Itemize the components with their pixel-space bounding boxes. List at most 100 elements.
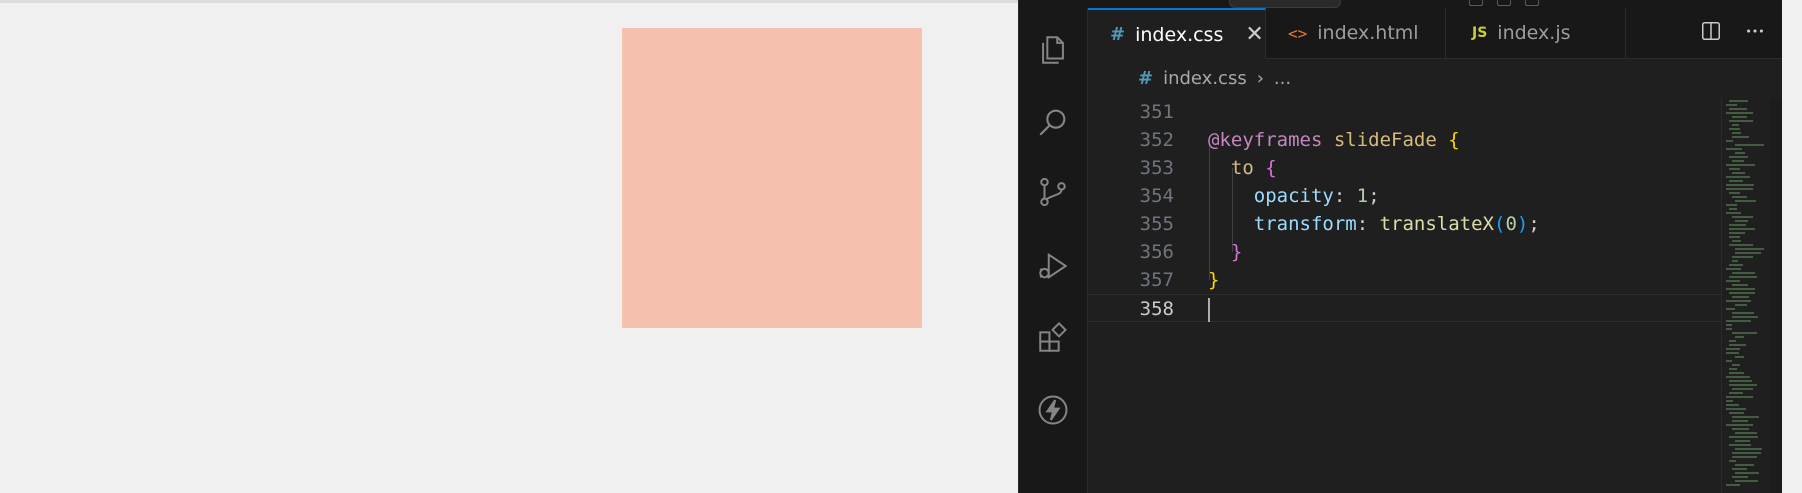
code-line[interactable]: 356 } [1088,238,1721,266]
minimap-line [1729,128,1740,130]
minimap-line [1732,296,1749,298]
minimap-line [1732,136,1749,138]
minimap-line [1726,164,1755,166]
minimap-line [1726,320,1751,322]
minimap-line [1729,384,1757,386]
tab-index-html[interactable]: <> index.html [1266,8,1446,58]
minimap[interactable] [1721,98,1770,493]
minimap-line [1732,216,1753,218]
minimap-line [1726,300,1751,302]
minimap-line [1735,464,1754,466]
minimap-line [1726,408,1746,410]
minimap-line [1732,420,1748,422]
minimap-line [1729,224,1746,226]
minimap-line [1735,356,1744,358]
tab-label: index.js [1497,22,1571,44]
code-editor-window: # index.css ✕ <> index.html JS index.js … [1019,0,1782,493]
minimap-line [1726,184,1754,186]
breadcrumb-file[interactable]: index.css [1163,68,1247,89]
breadcrumb-rest[interactable]: ... [1274,68,1291,89]
search-icon[interactable] [1035,104,1071,140]
close-icon[interactable]: ✕ [1245,22,1263,47]
minimap-line [1732,272,1755,274]
code-line[interactable]: 351 [1088,98,1721,126]
minimap-line [1729,168,1740,170]
code-token: : [1333,185,1357,207]
code-line[interactable]: 354 opacity: 1; [1088,182,1721,210]
minimap-line [1726,308,1735,310]
css-hash-icon: # [1110,24,1126,45]
minimap-line [1729,444,1751,446]
vertical-scrollbar[interactable] [1770,98,1782,493]
minimap-line [1729,372,1744,374]
minimap-line [1729,436,1758,438]
code-token: ) [1516,213,1529,235]
run-debug-icon[interactable] [1035,248,1071,284]
line-number: 356 [1139,241,1174,263]
minimap-line [1732,160,1744,162]
minimap-line [1732,256,1753,258]
code-line[interactable]: 353 to { [1088,154,1721,182]
minimap-line [1732,132,1741,134]
text-cursor [1208,298,1210,322]
minimap-line [1726,112,1753,114]
breadcrumb: # index.css › ... [1088,58,1782,98]
tab-index-js[interactable]: JS index.js [1446,8,1626,58]
minimap-line [1732,172,1745,174]
layout-toggle-icon[interactable] [1497,0,1511,6]
code-token: } [1230,241,1243,263]
code-token: to [1230,157,1254,179]
code-token: { [1265,157,1277,179]
line-number: 357 [1139,269,1174,291]
code-token: 1 [1356,185,1369,207]
source-control-icon[interactable] [1035,174,1071,210]
explorer-icon[interactable] [1035,32,1071,68]
line-number: 358 [1139,298,1174,320]
code-token: ; [1368,185,1380,207]
extensions-icon[interactable] [1035,320,1071,356]
breadcrumb-separator: › [1256,67,1264,89]
minimap-line [1735,144,1764,146]
minimap-line [1732,332,1757,334]
minimap-line [1726,188,1753,190]
minimap-line [1729,368,1737,370]
tab-label: index.html [1317,22,1419,44]
minimap-line [1732,428,1749,430]
layout-toggle-icon[interactable] [1525,0,1539,6]
code-text: @keyframes slideFade { [1208,126,1460,154]
code-token: ; [1528,213,1540,235]
layout-toggle-icon[interactable] [1469,0,1483,6]
more-actions-icon[interactable] [1744,20,1766,46]
code-line[interactable]: 357} [1088,266,1721,294]
tab-index-css[interactable]: # index.css ✕ [1088,8,1266,59]
lightning-icon[interactable] [1035,392,1071,428]
minimap-line [1726,400,1733,402]
split-editor-icon[interactable] [1700,20,1722,46]
minimap-line [1735,220,1748,222]
minimap-line [1732,312,1754,314]
minimap-line [1729,292,1755,294]
minimap-line [1729,412,1744,414]
code-area[interactable]: 351 352 @keyframes slideFade {353 to {354 … [1088,98,1721,493]
minimap-line [1735,480,1758,482]
minimap-line [1729,192,1740,194]
line-number: 351 [1139,101,1174,123]
code-line[interactable]: 355 transform: translateX(0); [1088,210,1721,238]
line-number: 355 [1139,213,1174,235]
command-center[interactable] [1229,0,1341,8]
code-line[interactable]: 352 @keyframes slideFade { [1088,126,1721,154]
code-line[interactable]: 358 [1088,294,1721,322]
minimap-line [1729,264,1743,266]
minimap-line [1735,200,1756,202]
code-text: opacity: 1; [1208,182,1380,210]
minimap-line [1732,284,1748,286]
minimap-line [1735,432,1757,434]
minimap-line [1726,376,1750,378]
minimap-line [1729,156,1748,158]
minimap-line [1726,212,1741,214]
minimap-line [1729,392,1743,394]
